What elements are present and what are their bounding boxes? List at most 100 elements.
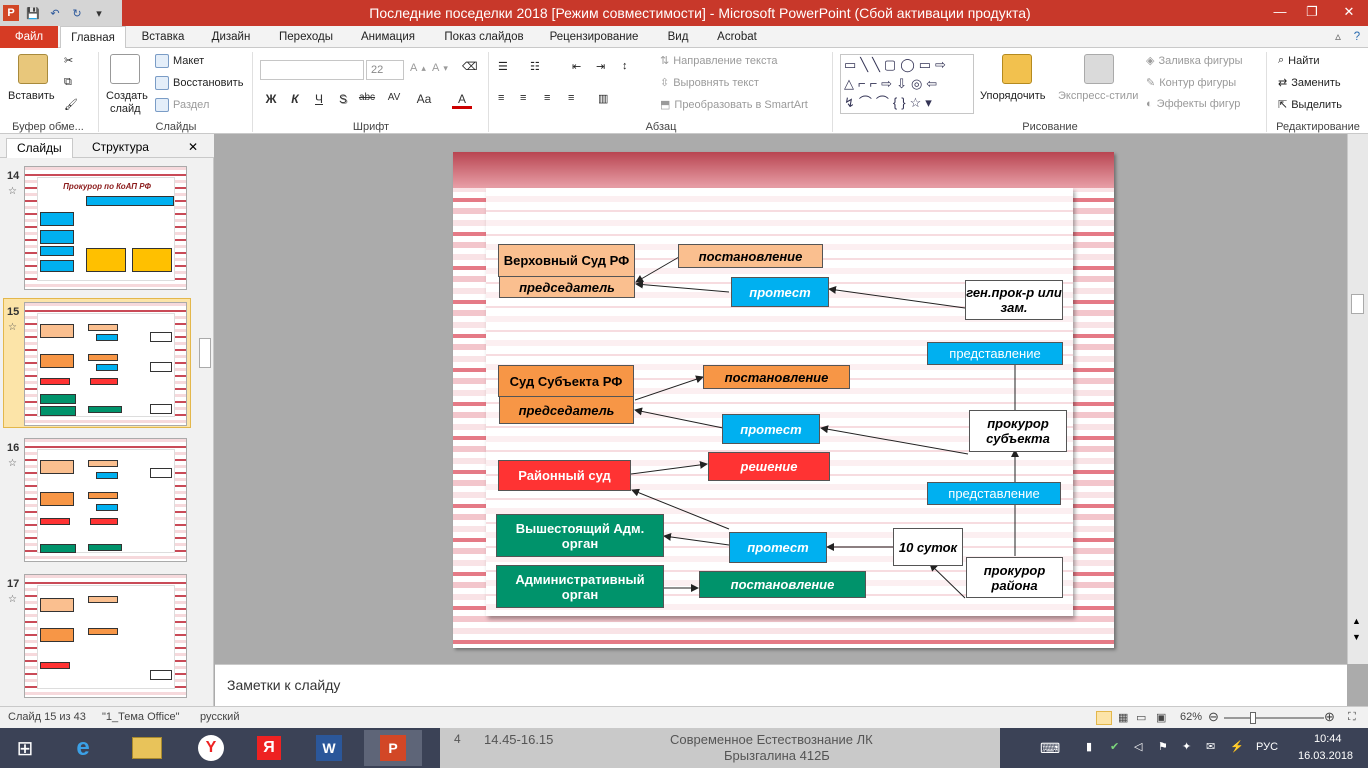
tab-home[interactable]: Главная bbox=[60, 26, 126, 49]
slideshow-icon[interactable]: ▣ bbox=[1156, 711, 1166, 724]
close-panel-icon[interactable]: ✕ bbox=[188, 138, 198, 158]
tray-app-icon[interactable]: ✦ bbox=[1182, 740, 1191, 753]
align-left-icon[interactable]: ≡ bbox=[498, 92, 504, 104]
redo-icon[interactable]: ↻ bbox=[69, 5, 85, 21]
zoom-out-icon[interactable]: ⊖ bbox=[1208, 709, 1219, 725]
help-icon[interactable]: ? bbox=[1348, 26, 1366, 48]
subject-prosecutor-box[interactable]: прокурор субъекта bbox=[969, 410, 1067, 452]
tab-design[interactable]: Дизайн bbox=[200, 26, 262, 48]
gen-prosecutor-box[interactable]: ген.прок-р или зам. bbox=[965, 280, 1063, 320]
quick-styles-icon[interactable] bbox=[1084, 54, 1114, 84]
tab-transitions[interactable]: Переходы bbox=[270, 26, 342, 48]
new-slide-icon[interactable] bbox=[110, 54, 140, 84]
volume-icon[interactable]: ◁ bbox=[1134, 740, 1142, 753]
minimize-ribbon-icon[interactable]: ▵ bbox=[1330, 26, 1346, 48]
vertical-scrollbar[interactable]: ▲ ▼ bbox=[1347, 134, 1368, 664]
minimize-button[interactable]: — bbox=[1264, 0, 1296, 26]
underline-button[interactable]: Ч bbox=[310, 92, 328, 106]
numbering-icon[interactable]: ☷ bbox=[530, 60, 540, 73]
align-center-icon[interactable]: ≡ bbox=[520, 92, 526, 104]
yandex-icon[interactable]: Я bbox=[240, 730, 298, 766]
protest-box-3[interactable]: протест bbox=[729, 532, 827, 563]
shapes-gallery[interactable]: ▭╲╲▢◯▭⇨ △⌐⌐⇨⇩◎⇦ ↯⌒⌒{}☆▾ bbox=[840, 54, 974, 114]
supreme-court-box[interactable]: Верховный Суд РФ bbox=[498, 244, 635, 277]
columns-icon[interactable]: ▥ bbox=[598, 92, 608, 105]
justify-icon[interactable]: ≡ bbox=[568, 92, 574, 104]
language-indicator[interactable]: русский bbox=[200, 711, 239, 723]
tab-file[interactable]: Файл bbox=[0, 26, 58, 48]
prev-slide-icon[interactable]: ▲ bbox=[1352, 616, 1361, 626]
close-button[interactable]: ✕ bbox=[1330, 0, 1368, 26]
district-court-box[interactable]: Районный суд bbox=[498, 460, 631, 491]
word-icon[interactable]: W bbox=[300, 730, 358, 766]
cut-icon[interactable]: ✂ bbox=[64, 54, 73, 67]
slide-thumbnail[interactable]: 16 ☆ bbox=[0, 438, 200, 568]
keyboard-icon[interactable]: ⌨ bbox=[1040, 740, 1060, 757]
next-slide-icon[interactable]: ▼ bbox=[1352, 632, 1361, 642]
new-slide-button-line1[interactable]: Создать bbox=[106, 90, 148, 102]
text-direction-button[interactable]: Направление текста bbox=[673, 55, 777, 67]
panel-scrollbar[interactable] bbox=[198, 158, 212, 706]
increase-indent-icon[interactable]: ⇥ bbox=[596, 60, 605, 73]
protest-box-1[interactable]: протест bbox=[731, 277, 829, 307]
action-center-icon[interactable]: ✉ bbox=[1206, 740, 1215, 753]
bold-button[interactable]: Ж bbox=[262, 92, 280, 106]
admin-body-box[interactable]: Административный орган bbox=[496, 565, 664, 608]
fit-to-window-icon[interactable]: ⛶ bbox=[1348, 711, 1356, 724]
shrink-font-icon[interactable]: A ▾ bbox=[432, 62, 448, 74]
powerpoint-taskbar-icon[interactable]: P bbox=[364, 730, 422, 766]
chairman-box-2[interactable]: председатель bbox=[499, 396, 634, 424]
zoom-slider-thumb[interactable] bbox=[1250, 712, 1256, 724]
shape-effects-button[interactable]: Эффекты фигур bbox=[1157, 98, 1241, 110]
file-explorer-icon[interactable] bbox=[118, 730, 176, 766]
higher-admin-body-box[interactable]: Вышестоящий Адм. орган bbox=[496, 514, 664, 557]
line-spacing-icon[interactable]: ↕ bbox=[622, 60, 628, 72]
shape-outline-button[interactable]: Контур фигуры bbox=[1159, 77, 1236, 89]
security-icon[interactable]: ✔ bbox=[1110, 740, 1119, 753]
ten-days-box[interactable]: 10 суток bbox=[893, 528, 963, 566]
quick-styles-button[interactable]: Экспресс-стили bbox=[1058, 90, 1138, 102]
reading-view-icon[interactable]: ▭ bbox=[1136, 711, 1146, 724]
customize-qat-icon[interactable]: ▾ bbox=[91, 5, 107, 21]
format-painter-icon[interactable]: 🖌 bbox=[64, 98, 78, 111]
tab-view[interactable]: Вид bbox=[656, 26, 700, 48]
tab-outline-panel[interactable]: Структура bbox=[82, 138, 159, 158]
power-icon[interactable]: ⚡ bbox=[1230, 740, 1244, 753]
copy-icon[interactable]: ⧉ bbox=[64, 76, 72, 89]
resolution-box-2[interactable]: постановление bbox=[703, 365, 850, 389]
paste-button[interactable]: Вставить bbox=[8, 90, 55, 102]
change-case-button[interactable]: Aa bbox=[412, 92, 436, 106]
slide-thumbnail[interactable]: 17 ☆ bbox=[0, 574, 200, 704]
grow-font-icon[interactable]: A ▴ bbox=[410, 62, 426, 74]
district-prosecutor-box[interactable]: прокурор района bbox=[966, 557, 1063, 598]
font-color-button[interactable]: A bbox=[452, 92, 472, 109]
decision-box[interactable]: решение bbox=[708, 452, 830, 481]
tab-slideshow[interactable]: Показ слайдов bbox=[432, 26, 536, 48]
chairman-box-1[interactable]: председатель bbox=[499, 276, 635, 298]
tab-review[interactable]: Рецензирование bbox=[542, 26, 646, 48]
slide-sorter-icon[interactable]: ▦ bbox=[1118, 711, 1128, 724]
shape-fill-button[interactable]: Заливка фигуры bbox=[1158, 55, 1242, 67]
resolution-box-1[interactable]: постановление bbox=[678, 244, 823, 268]
resolution-box-3[interactable]: постановление bbox=[699, 571, 866, 598]
slide-thumbnail-selected[interactable]: 15 ☆ bbox=[0, 302, 200, 432]
paste-icon[interactable] bbox=[18, 54, 48, 84]
scrollbar-thumb[interactable] bbox=[199, 338, 211, 368]
strikethrough-button[interactable]: abc bbox=[354, 92, 380, 103]
zoom-level[interactable]: 62% bbox=[1180, 711, 1202, 723]
char-spacing-button[interactable]: AV bbox=[382, 92, 406, 103]
clear-format-icon[interactable]: ⌫ bbox=[462, 60, 478, 73]
input-language[interactable]: РУС bbox=[1256, 741, 1278, 753]
flag-icon[interactable]: ⚑ bbox=[1158, 740, 1168, 753]
reset-button[interactable]: Восстановить bbox=[173, 77, 243, 89]
start-button-icon[interactable]: ⊞ bbox=[0, 730, 50, 766]
font-name-combo[interactable] bbox=[260, 60, 364, 80]
zoom-slider-track[interactable] bbox=[1224, 717, 1324, 719]
new-slide-button-line2[interactable]: слайд bbox=[110, 103, 141, 115]
submission-box-2[interactable]: представление bbox=[927, 482, 1061, 505]
yandex-browser-icon[interactable]: Y bbox=[182, 730, 240, 766]
arrange-button[interactable]: Упорядочить bbox=[980, 90, 1045, 102]
zoom-in-icon[interactable]: ⊕ bbox=[1324, 709, 1335, 725]
clock-time[interactable]: 10:44 bbox=[1314, 733, 1342, 745]
tab-insert[interactable]: Вставка bbox=[132, 26, 194, 48]
